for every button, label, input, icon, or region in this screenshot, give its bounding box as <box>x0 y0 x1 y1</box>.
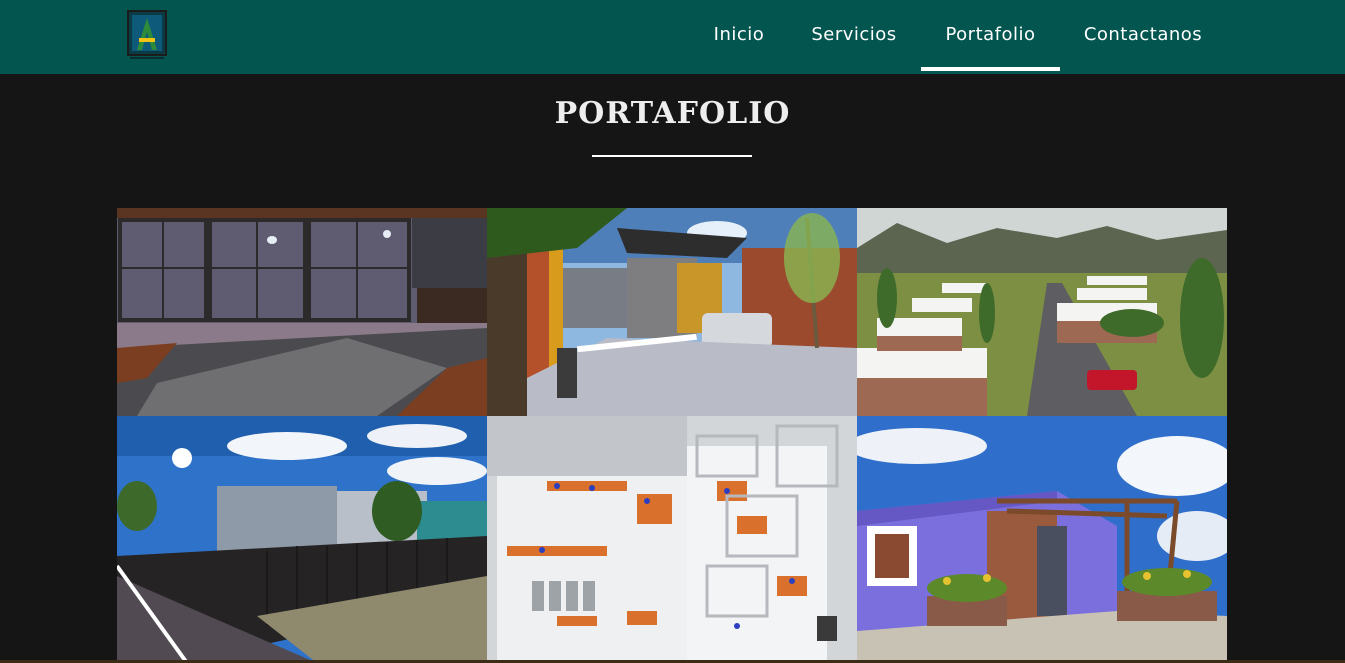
nav-inicio[interactable]: Inicio <box>706 0 772 74</box>
page-title: PORTAFOLIO <box>554 96 791 132</box>
nav-servicios[interactable]: Servicios <box>803 0 905 74</box>
portfolio-tile-interior-pool[interactable] <box>117 208 487 416</box>
portfolio-tile-pergola[interactable] <box>857 416 1227 663</box>
company-logo[interactable] <box>127 10 167 62</box>
interior-pool-image <box>117 208 487 416</box>
portfolio-tile-gatehouse[interactable] <box>487 208 857 416</box>
residential-image <box>857 208 1227 416</box>
portfolio-tile-office-floorplan[interactable] <box>487 416 857 663</box>
title-divider <box>592 155 752 157</box>
office-floorplan-image <box>487 416 857 663</box>
portfolio-tile-residential[interactable] <box>857 208 1227 416</box>
gatehouse-image <box>487 208 857 416</box>
nav-contactanos[interactable]: Contactanos <box>1075 0 1211 74</box>
street-facade-image <box>117 416 487 663</box>
navbar: Inicio Servicios Portafolio Contactanos <box>0 0 1345 74</box>
nav-portafolio[interactable]: Portafolio <box>921 0 1060 74</box>
portfolio-tile-street-facade[interactable] <box>117 416 487 663</box>
pergola-image <box>857 416 1227 663</box>
